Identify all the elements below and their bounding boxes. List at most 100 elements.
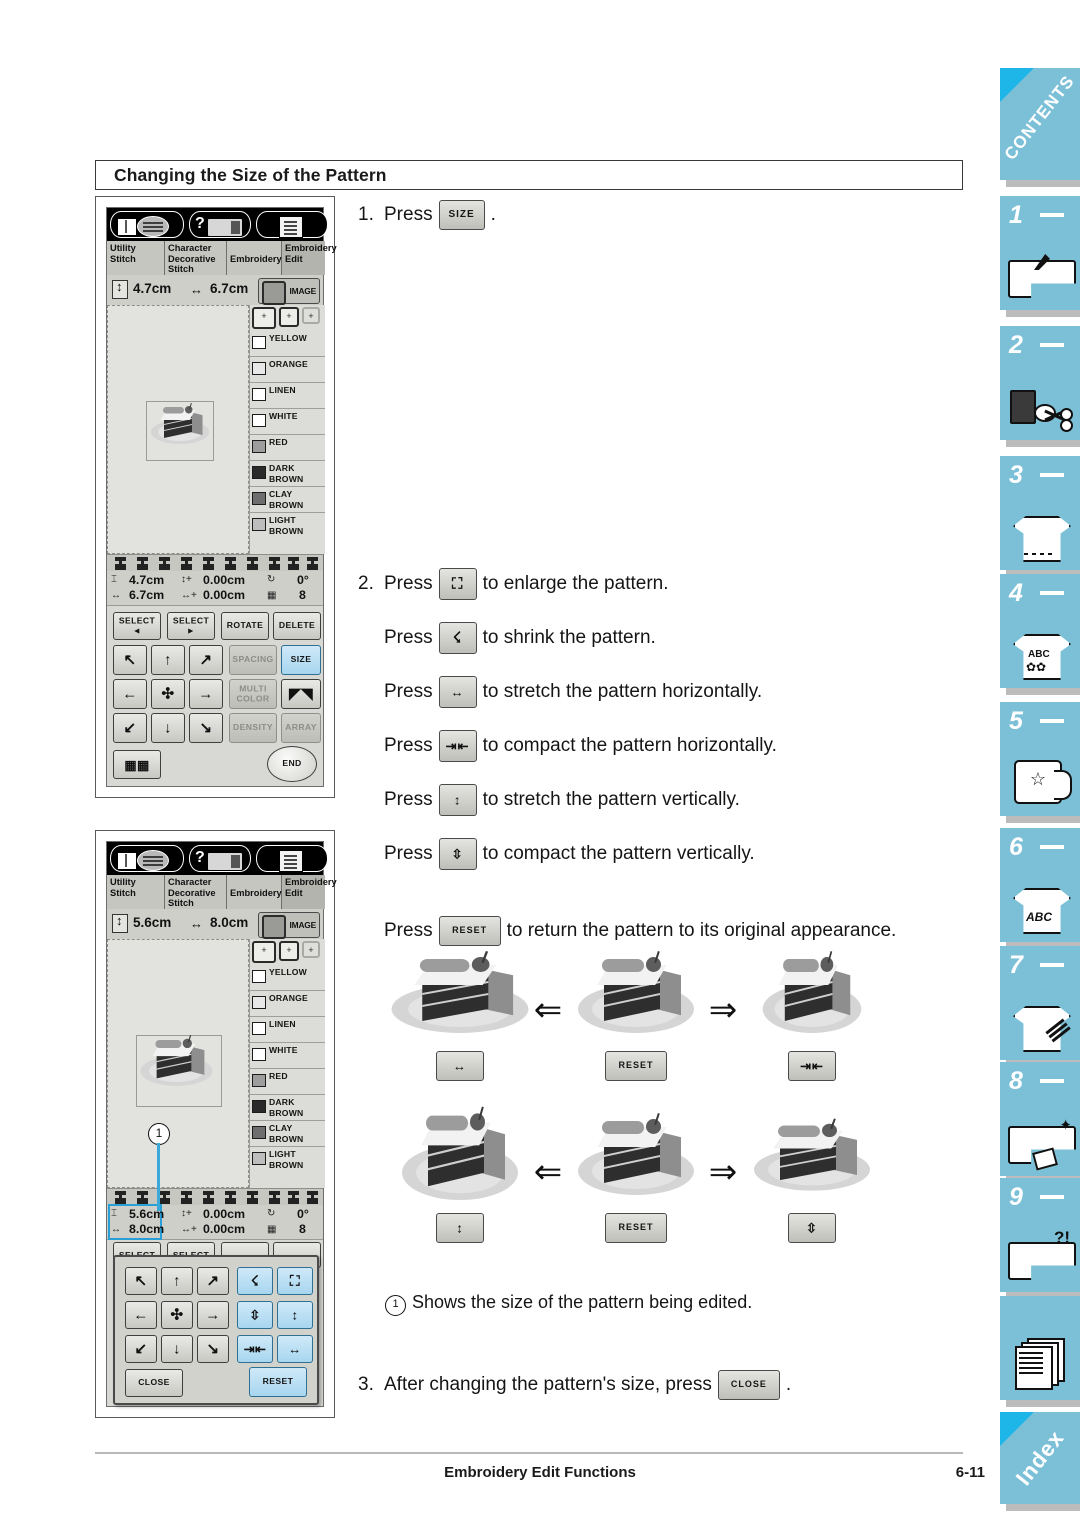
move-down-left-button[interactable]: ↙ — [125, 1335, 157, 1363]
sidebar-item-chapter-8[interactable]: 8 ✦ — [1000, 1062, 1080, 1183]
move-left-button[interactable]: ← — [113, 679, 147, 709]
sidebar-item-appendix[interactable] — [1000, 1296, 1080, 1407]
stretch-horizontal-button[interactable]: ↔ — [277, 1335, 313, 1363]
guide-book-icon[interactable] — [110, 845, 184, 872]
manual-page: Changing the Size of the Pattern ? Utili… — [0, 0, 1080, 1526]
pattern-bounding-box — [146, 401, 214, 461]
move-right-button[interactable]: → — [189, 679, 223, 709]
center-button[interactable]: ✣ — [161, 1301, 193, 1329]
move-up-right-button[interactable]: ↗ — [197, 1267, 229, 1295]
sidebar-item-chapter-1[interactable]: 1 — [1000, 196, 1080, 317]
cake-pattern-thumbnail — [139, 1035, 213, 1090]
image-button[interactable]: IMAGE — [258, 278, 320, 305]
density-button[interactable]: DENSITY — [229, 713, 277, 743]
stretch-vertical-button-inline[interactable]: ↕ — [438, 784, 477, 816]
move-up-left-button[interactable]: ↖ — [125, 1267, 157, 1295]
move-up-button[interactable]: ↑ — [151, 645, 185, 675]
tab-character-decorative-stitch[interactable]: Character Decorative Stitch — [165, 875, 227, 909]
move-down-left-button[interactable]: ↙ — [113, 713, 147, 743]
stretch-vertical-button[interactable]: ↕ — [277, 1301, 313, 1329]
end-button[interactable]: END — [267, 746, 317, 782]
sidebar-item-chapter-2[interactable]: 2 — [1000, 326, 1080, 447]
size-display-bar-1: 4.7cm ↔ 6.7cm IMAGE — [107, 275, 323, 306]
sidebar-item-chapter-3[interactable]: 3 — [1000, 456, 1080, 577]
hoop-small-icon[interactable]: + — [302, 941, 320, 958]
spool-icon — [252, 362, 266, 375]
tab-utility-stitch[interactable]: Utility Stitch — [107, 241, 165, 275]
sidebar-item-index[interactable]: Index — [1000, 1412, 1080, 1511]
sidebar-item-contents[interactable]: CONTENTS — [1000, 68, 1080, 187]
compact-vertical-button-illus[interactable]: ⇳ — [788, 1213, 836, 1243]
compact-horizontal-button[interactable]: ⇥⇤ — [237, 1335, 273, 1363]
compact-vertical-button-inline[interactable]: ⇳ — [438, 838, 477, 870]
select-next-button[interactable]: SELECT ► — [167, 612, 215, 640]
rotate-button[interactable]: ROTATE — [221, 612, 269, 640]
move-up-button[interactable]: ↑ — [161, 1267, 193, 1295]
move-down-right-button[interactable]: ↘ — [197, 1335, 229, 1363]
hoop-medium-icon[interactable]: + — [279, 307, 299, 327]
stretch-horizontal-button-inline[interactable]: ↔ — [438, 676, 477, 708]
move-down-button[interactable]: ↓ — [161, 1335, 193, 1363]
guide-book-icon[interactable] — [110, 211, 184, 238]
center-button[interactable]: ✣ — [151, 679, 185, 709]
compact-horizontal-button-inline[interactable]: ⇥⇤ — [438, 730, 477, 762]
design-canvas-1[interactable] — [107, 305, 249, 554]
readout-count: 8 — [299, 588, 306, 602]
hoop-small-icon[interactable]: + — [302, 307, 320, 324]
array-button[interactable]: ARRAY — [281, 713, 321, 743]
readout-rotation: 0° — [297, 1207, 309, 1221]
hoop-large-icon[interactable]: + — [252, 941, 276, 963]
readout-width: 8.0cm — [129, 1222, 165, 1236]
move-left-button[interactable]: ← — [125, 1301, 157, 1329]
select-prev-button[interactable]: SELECT ◄ — [113, 612, 161, 640]
spool-icon — [252, 1074, 266, 1087]
spacing-button[interactable]: SPACING — [229, 645, 277, 675]
help-machine-icon[interactable]: ? — [189, 845, 251, 872]
sidebar-item-chapter-4[interactable]: 4 ABC ✿✿ — [1000, 574, 1080, 695]
close-button-inline[interactable]: CLOSE — [717, 1370, 780, 1400]
move-up-left-button[interactable]: ↖ — [113, 645, 147, 675]
reset-button[interactable]: RESET — [249, 1367, 307, 1397]
lcd-screen-2: ? Utility Stitch Character Decorative St… — [106, 841, 337, 1407]
tab-character-decorative-stitch[interactable]: Character Decorative Stitch — [165, 241, 227, 275]
delete-button[interactable]: DELETE — [273, 612, 321, 640]
shrink-button-inline[interactable]: ☇ — [438, 622, 477, 654]
stretch-vertical-button-illus[interactable]: ↕ — [436, 1213, 484, 1243]
image-button[interactable]: IMAGE — [258, 912, 320, 939]
size-button-inline[interactable]: SIZE — [438, 200, 485, 230]
design-canvas-2[interactable] — [107, 939, 249, 1188]
move-right-button[interactable]: → — [197, 1301, 229, 1329]
size-button[interactable]: SIZE — [281, 645, 321, 675]
help-machine-icon[interactable]: ? — [189, 211, 251, 238]
compact-horizontal-button-illus[interactable]: ⇥⇤ — [788, 1051, 836, 1081]
close-button[interactable]: CLOSE — [125, 1369, 183, 1397]
thread-palette-button[interactable]: ▦▦ — [113, 750, 161, 779]
reset-button-illus-2[interactable]: RESET — [605, 1213, 667, 1243]
tab-utility-stitch[interactable]: Utility Stitch — [107, 875, 165, 909]
compact-vertical-button[interactable]: ⇳ — [237, 1301, 273, 1329]
move-down-button[interactable]: ↓ — [151, 713, 185, 743]
enlarge-button[interactable]: ⛶ — [277, 1267, 313, 1295]
move-up-right-button[interactable]: ↗ — [189, 645, 223, 675]
mirror-button[interactable]: ◤◥ — [281, 679, 321, 709]
settings-list-icon[interactable] — [256, 211, 328, 238]
tab-embroidery-edit[interactable]: Embroidery Edit — [282, 241, 337, 275]
enlarge-button-inline[interactable]: ⛶ — [438, 568, 477, 600]
sidebar-item-chapter-9[interactable]: 9 ?! — [1000, 1178, 1080, 1299]
sidebar-item-chapter-7[interactable]: 7 — [1000, 946, 1080, 1067]
reset-button-inline[interactable]: RESET — [438, 916, 501, 946]
settings-list-icon[interactable] — [256, 845, 328, 872]
multi-color-button[interactable]: MULTI COLOR — [229, 679, 277, 709]
tab-embroidery[interactable]: Embroidery — [227, 241, 282, 275]
shrink-button[interactable]: ☇ — [237, 1267, 273, 1295]
hoop-large-icon[interactable]: + — [252, 307, 276, 329]
hoop-medium-icon[interactable]: + — [279, 941, 299, 961]
tab-embroidery[interactable]: Embroidery — [227, 875, 282, 909]
sidebar-item-chapter-5[interactable]: 5 — [1000, 702, 1080, 823]
sidebar-item-chapter-6[interactable]: 6 ABC — [1000, 828, 1080, 949]
stretch-horizontal-button-illus[interactable]: ↔ — [436, 1051, 484, 1081]
move-down-right-button[interactable]: ↘ — [189, 713, 223, 743]
cake-pattern-thumbnail — [150, 402, 210, 447]
tab-embroidery-edit[interactable]: Embroidery Edit — [282, 875, 337, 909]
reset-button-illus-1[interactable]: RESET — [605, 1051, 667, 1081]
